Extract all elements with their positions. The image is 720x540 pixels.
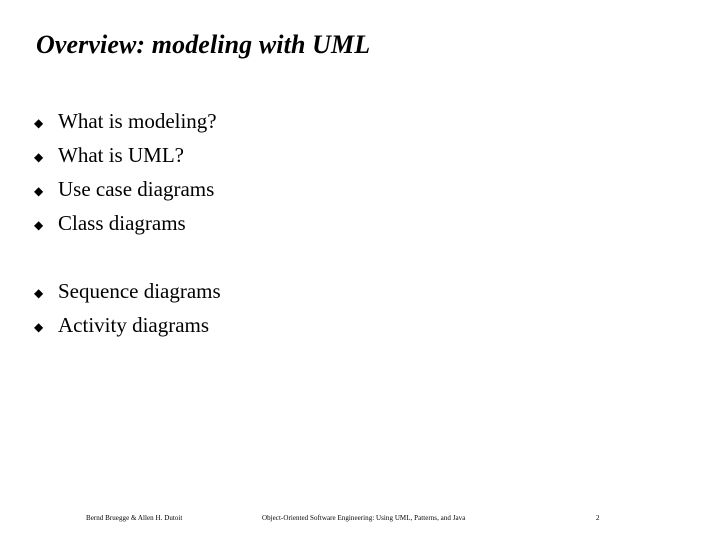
- footer-source-title: Object-Oriented Software Engineering: Us…: [262, 514, 466, 522]
- list-item-label: Activity diagrams: [58, 313, 210, 337]
- list-item-label: What is modeling?: [58, 109, 217, 133]
- diamond-bullet-icon: ◆: [34, 150, 44, 164]
- footer-authors: Bernd Bruegge & Allen H. Dutoit: [86, 514, 183, 522]
- list-item-label: Class diagrams: [58, 211, 186, 235]
- list-item: ◆ Use case diagrams: [34, 172, 674, 206]
- bullet-group-primary: ◆ What is modeling? ◆ What is UML? ◆ Use…: [34, 104, 674, 240]
- diamond-bullet-icon: ◆: [34, 184, 44, 198]
- bullet-group-secondary: ◆ Sequence diagrams ◆ Activity diagrams: [34, 274, 674, 342]
- list-item: ◆ Class diagrams: [34, 206, 674, 240]
- diamond-bullet-icon: ◆: [34, 218, 44, 232]
- list-item: ◆ Sequence diagrams: [34, 274, 674, 308]
- list-item: ◆ What is modeling?: [34, 104, 674, 138]
- page-title: Overview: modeling with UML: [36, 30, 371, 59]
- list-item-label: What is UML?: [58, 143, 184, 167]
- bullet-list-body: ◆ What is modeling? ◆ What is UML? ◆ Use…: [34, 104, 674, 342]
- diamond-bullet-icon: ◆: [34, 320, 44, 334]
- slide: Overview: modeling with UML ◆ What is mo…: [0, 0, 720, 540]
- footer-page-number: 2: [596, 514, 600, 522]
- list-item-label: Use case diagrams: [58, 177, 215, 201]
- diamond-bullet-icon: ◆: [34, 286, 44, 300]
- list-item: ◆ Activity diagrams: [34, 308, 674, 342]
- bullet-group-spacer: [34, 240, 674, 274]
- slide-footer: Bernd Bruegge & Allen H. Dutoit Object-O…: [0, 512, 720, 526]
- diamond-bullet-icon: ◆: [34, 116, 44, 130]
- list-item: ◆ What is UML?: [34, 138, 674, 172]
- list-item-label: Sequence diagrams: [58, 279, 221, 303]
